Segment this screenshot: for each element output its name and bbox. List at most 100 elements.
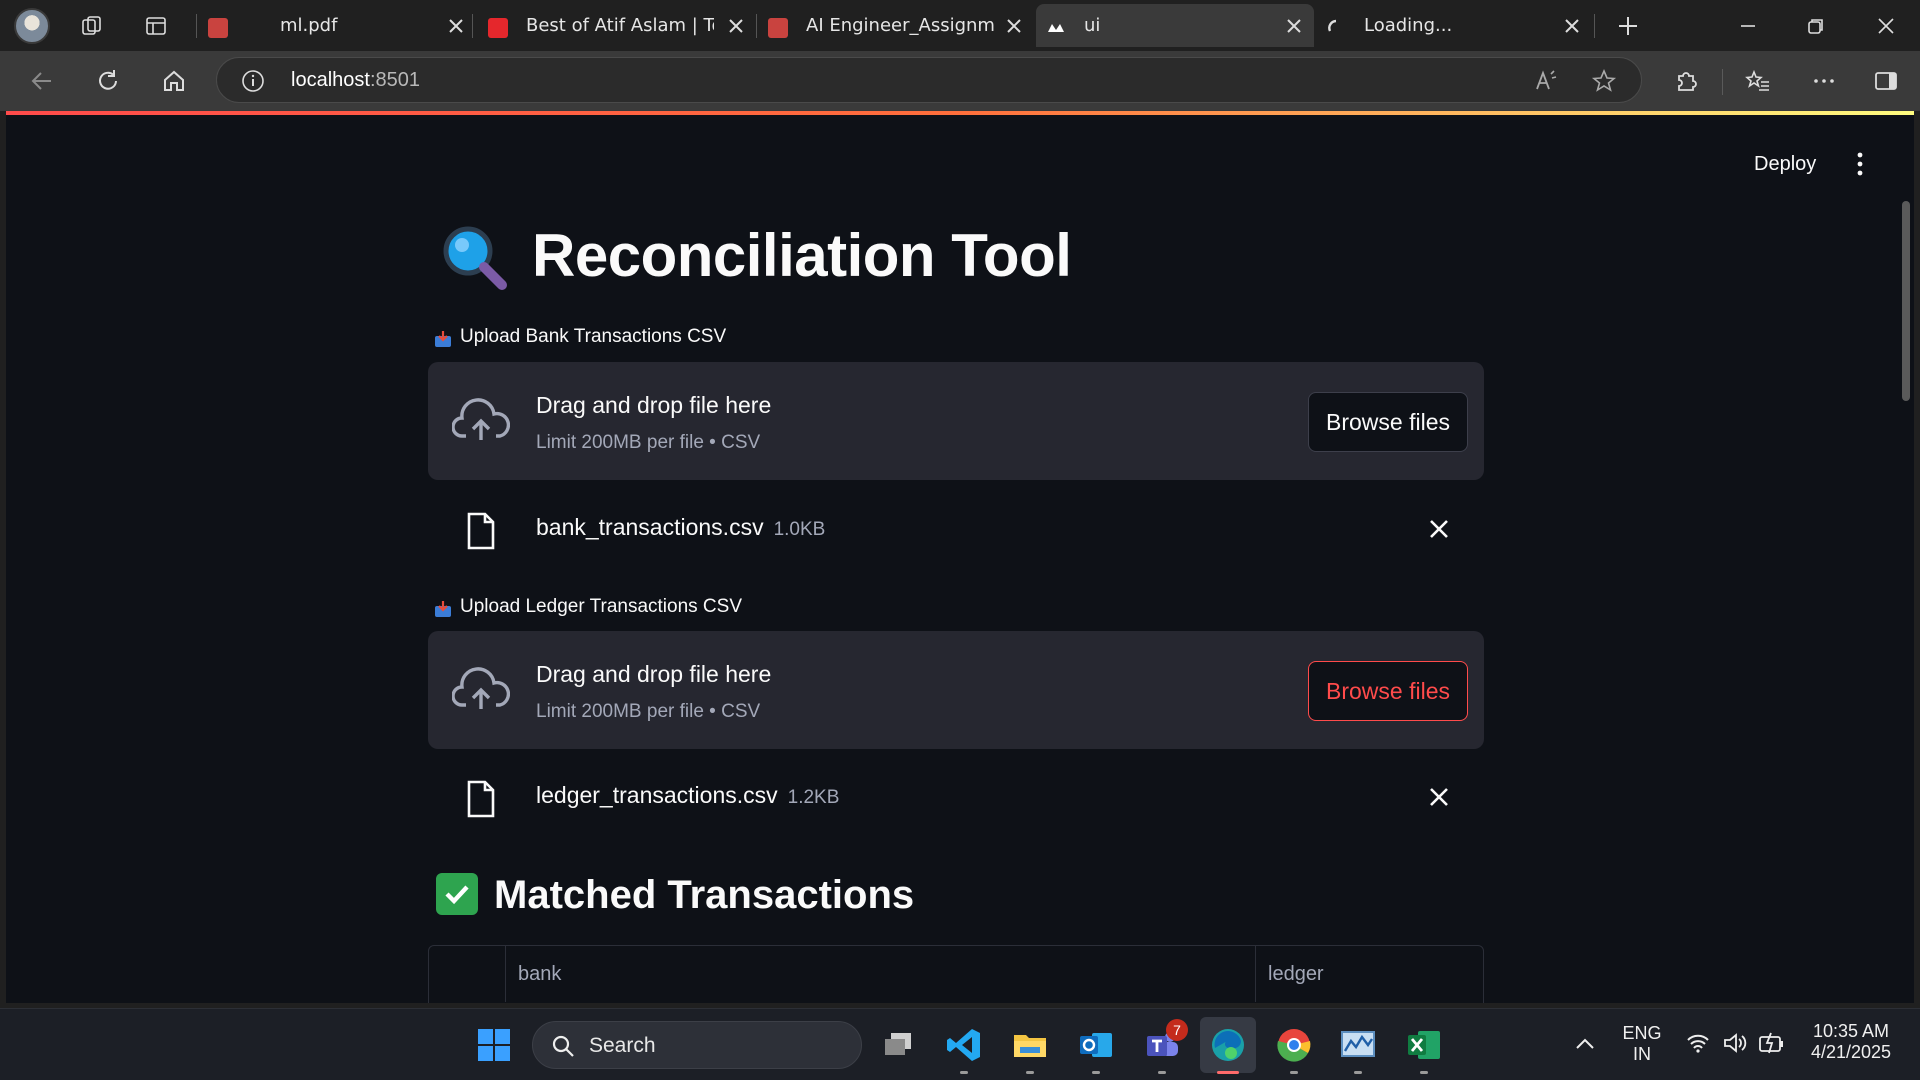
search-placeholder: Search [589, 1034, 656, 1057]
tab-title: ui [1084, 15, 1101, 36]
bank-browse-files-button[interactable]: Browse files [1308, 392, 1468, 452]
streamlit-icon [1048, 24, 1064, 32]
active-app-indicator [1217, 1071, 1239, 1074]
file-icon [467, 780, 495, 818]
address-bar[interactable]: localhost:8501 [216, 57, 1642, 103]
bank-dropzone[interactable]: Drag and drop file here Limit 200MB per … [428, 362, 1484, 480]
volume-icon[interactable] [1722, 1031, 1748, 1055]
resource-monitor-icon[interactable] [1336, 1023, 1380, 1067]
tab-ui-active[interactable]: ui [1036, 4, 1314, 47]
bank-uploaded-file: bank_transactions.csv 1.0KB [428, 498, 1484, 558]
tab-actions-icon[interactable] [140, 10, 172, 42]
back-icon[interactable] [26, 65, 58, 97]
matched-transactions-heading: Matched Transactions [494, 873, 915, 917]
edge-icon[interactable] [1200, 1017, 1256, 1073]
ledger-uploaded-file: ledger_transactions.csv 1.2KB [428, 766, 1484, 826]
close-tab-icon[interactable] [446, 16, 466, 36]
clock[interactable]: 10:35 AM 4/21/2025 [1796, 1021, 1906, 1063]
excel-icon[interactable] [1402, 1023, 1446, 1067]
dropzone-limit: Limit 200MB per file • CSV [536, 432, 761, 453]
tab-separator [472, 14, 473, 38]
chrome-icon[interactable] [1272, 1023, 1316, 1067]
wifi-icon[interactable] [1686, 1032, 1710, 1054]
tab-title: Loading... [1364, 15, 1453, 36]
url-port: :8501 [369, 69, 420, 91]
close-window-icon[interactable] [1866, 10, 1906, 42]
tab-separator [196, 14, 197, 38]
file-name: ledger_transactions.csv [536, 782, 778, 808]
running-indicator [1290, 1071, 1298, 1074]
outlook-icon[interactable] [1074, 1023, 1118, 1067]
tab-title: ml.pdf [280, 15, 338, 36]
clock-date: 4/21/2025 [1810, 1042, 1892, 1062]
windows-taskbar: Search 7 ENG IN 10:35 AM 4/21/2025 [0, 1008, 1920, 1080]
new-tab-icon[interactable] [1612, 10, 1644, 42]
workspaces-icon[interactable] [76, 10, 108, 42]
sidebar-toggle-icon[interactable] [1870, 65, 1902, 97]
battery-charging-icon[interactable] [1758, 1031, 1786, 1055]
table-header-bank[interactable]: bank [505, 946, 1255, 1002]
running-indicator [1158, 1071, 1166, 1074]
dropzone-limit: Limit 200MB per file • CSV [536, 701, 761, 722]
file-explorer-icon[interactable] [1008, 1023, 1052, 1067]
tab-ml-pdf[interactable]: ml.pdf [198, 4, 470, 47]
streamlit-page: Deploy Reconciliation Tool Upload Bank T… [6, 111, 1914, 1003]
file-icon [467, 512, 495, 550]
restore-icon[interactable] [1796, 10, 1836, 42]
close-tab-icon[interactable] [1004, 16, 1024, 36]
tab-loading[interactable]: Loading... [1316, 4, 1592, 47]
language-indicator[interactable]: ENG IN [1620, 1023, 1664, 1065]
tab-assignment-pdf[interactable]: AI Engineer_Assignmen [758, 4, 1034, 47]
cloud-upload-icon [452, 398, 510, 440]
close-tab-icon[interactable] [726, 16, 746, 36]
running-indicator [960, 1071, 968, 1074]
browser-tab-strip: ml.pdf Best of Atif Aslam | Top AI Engin… [0, 0, 1920, 51]
close-tab-icon[interactable] [1284, 16, 1304, 36]
windows-start-icon[interactable] [472, 1023, 516, 1067]
table-header-ledger[interactable]: ledger [1255, 946, 1483, 1002]
address-bar-row: localhost:8501 [0, 51, 1920, 111]
task-view-icon[interactable] [876, 1023, 920, 1067]
dropzone-title: Drag and drop file here [536, 392, 772, 418]
url-text[interactable]: localhost:8501 [291, 69, 420, 92]
running-indicator [1420, 1071, 1428, 1074]
inbox-tray-icon [435, 601, 451, 617]
favorites-icon[interactable] [1742, 65, 1774, 97]
file-size: 1.2KB [787, 787, 840, 808]
taskbar-search[interactable]: Search [532, 1021, 862, 1069]
running-indicator [1354, 1071, 1362, 1074]
tab-title: AI Engineer_Assignmen [806, 15, 996, 36]
tab-separator [1594, 14, 1595, 38]
clock-time: 10:35 AM [1812, 1021, 1890, 1041]
tab-youtube[interactable]: Best of Atif Aslam | Top [474, 4, 754, 47]
vscode-icon[interactable] [942, 1023, 986, 1067]
pdf-icon [208, 18, 228, 38]
profile-avatar[interactable] [14, 8, 50, 44]
home-icon[interactable] [158, 65, 190, 97]
read-aloud-icon[interactable] [1533, 68, 1559, 94]
ledger-uploader-label: Upload Ledger Transactions CSV [460, 596, 742, 617]
running-indicator [1026, 1071, 1034, 1074]
ledger-browse-files-button[interactable]: Browse files [1308, 661, 1468, 721]
youtube-icon [488, 18, 508, 38]
more-options-icon[interactable] [1808, 65, 1840, 97]
region-code: IN [1633, 1044, 1651, 1064]
tab-separator [756, 14, 757, 38]
extensions-icon[interactable] [1670, 65, 1702, 97]
main-content: Reconciliation Tool Upload Bank Transact… [6, 111, 1914, 1003]
favorite-star-icon[interactable] [1591, 68, 1617, 94]
refresh-icon[interactable] [92, 65, 124, 97]
minimize-icon[interactable] [1728, 10, 1768, 42]
remove-file-icon[interactable] [1428, 518, 1450, 540]
file-name: bank_transactions.csv [536, 514, 764, 540]
magnifier-icon [443, 226, 507, 290]
chevron-up-icon[interactable] [1574, 1033, 1596, 1055]
file-size: 1.0KB [773, 519, 826, 540]
remove-file-icon[interactable] [1428, 786, 1450, 808]
site-info-icon[interactable] [241, 69, 265, 93]
table-index-header [429, 946, 505, 1002]
inbox-tray-icon [435, 331, 451, 347]
ledger-dropzone[interactable]: Drag and drop file here Limit 200MB per … [428, 631, 1484, 749]
close-tab-icon[interactable] [1562, 16, 1582, 36]
matched-transactions-table[interactable]: bank ledger [428, 945, 1484, 1003]
